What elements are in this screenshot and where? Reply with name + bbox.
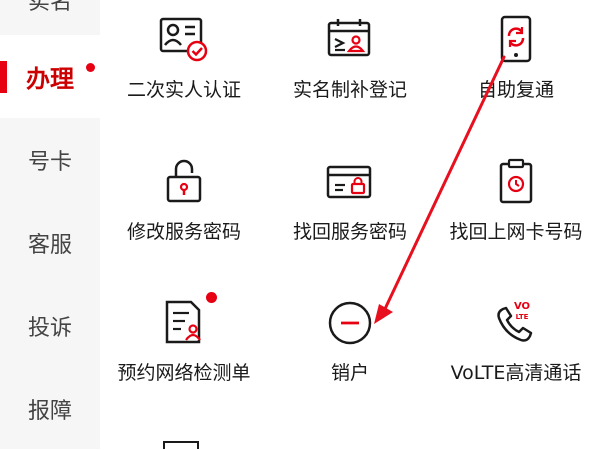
service-tile-recover-password[interactable]: 找回服务密码 <box>270 155 430 265</box>
active-indicator <box>0 61 7 93</box>
sidebar-item-complaint[interactable]: 投诉 <box>0 284 100 367</box>
minus-circle-icon <box>323 296 377 350</box>
volte-phone-icon: VO LTE <box>489 296 543 350</box>
sidebar-item-label: 投诉 <box>27 315 72 341</box>
service-tile-second-verification[interactable]: 二次实人认证 <box>104 13 264 123</box>
service-tile-volte[interactable]: VO LTE VoLTE高清通话 <box>436 296 596 406</box>
sidebar-item-label: 客服 <box>27 232 72 258</box>
sidebar-item-label: 实名 <box>27 0 72 15</box>
service-label: 自助复通 <box>477 79 554 101</box>
sidebar-nav: 实名 办理 号卡 客服 投诉 报障 <box>0 0 100 449</box>
sidebar-item-label: 报障 <box>27 398 72 424</box>
clipboard-clock-icon <box>489 155 543 209</box>
padlock-icon <box>157 155 211 209</box>
service-tile-network-test-booking[interactable]: 预约网络检测单 <box>104 292 264 406</box>
phone-refresh-icon <box>489 13 543 67</box>
card-lock-icon <box>323 155 377 209</box>
sidebar-item-number-card[interactable]: 号卡 <box>0 118 100 201</box>
svg-text:VO: VO <box>514 301 530 312</box>
notification-dot <box>206 292 217 303</box>
service-label: 销户 <box>330 362 369 384</box>
service-label: 二次实人认证 <box>126 79 241 101</box>
sidebar-item-fault-report[interactable]: 报障 <box>0 367 100 450</box>
next-row-icon-partial <box>163 441 199 449</box>
service-label: 实名制补登记 <box>292 79 407 101</box>
svg-text:LTE: LTE <box>516 313 529 321</box>
sidebar-item-label: 办理 <box>26 65 74 93</box>
service-tile-recover-data-card[interactable]: 找回上网卡号码 <box>436 155 596 265</box>
service-label: 找回上网卡号码 <box>449 221 583 243</box>
service-label: 预约网络检测单 <box>117 362 251 384</box>
service-tile-close-account[interactable]: 销户 <box>270 296 430 406</box>
sidebar-item-customer-service[interactable]: 客服 <box>0 201 100 284</box>
document-person-icon <box>157 292 217 350</box>
sidebar-item-label: 号卡 <box>27 149 72 175</box>
calendar-person-icon <box>323 13 377 67</box>
id-card-check-icon <box>157 13 211 67</box>
service-tile-self-reconnect[interactable]: 自助复通 <box>436 13 596 123</box>
sidebar-item-handle[interactable]: 办理 <box>0 35 100 118</box>
service-label: VoLTE高清通话 <box>450 362 582 384</box>
service-tile-change-password[interactable]: 修改服务密码 <box>104 155 264 265</box>
service-tile-realname-register[interactable]: 实名制补登记 <box>270 13 430 123</box>
notification-dot <box>86 63 95 72</box>
service-label: 修改服务密码 <box>126 221 241 243</box>
service-label: 找回服务密码 <box>292 221 407 243</box>
